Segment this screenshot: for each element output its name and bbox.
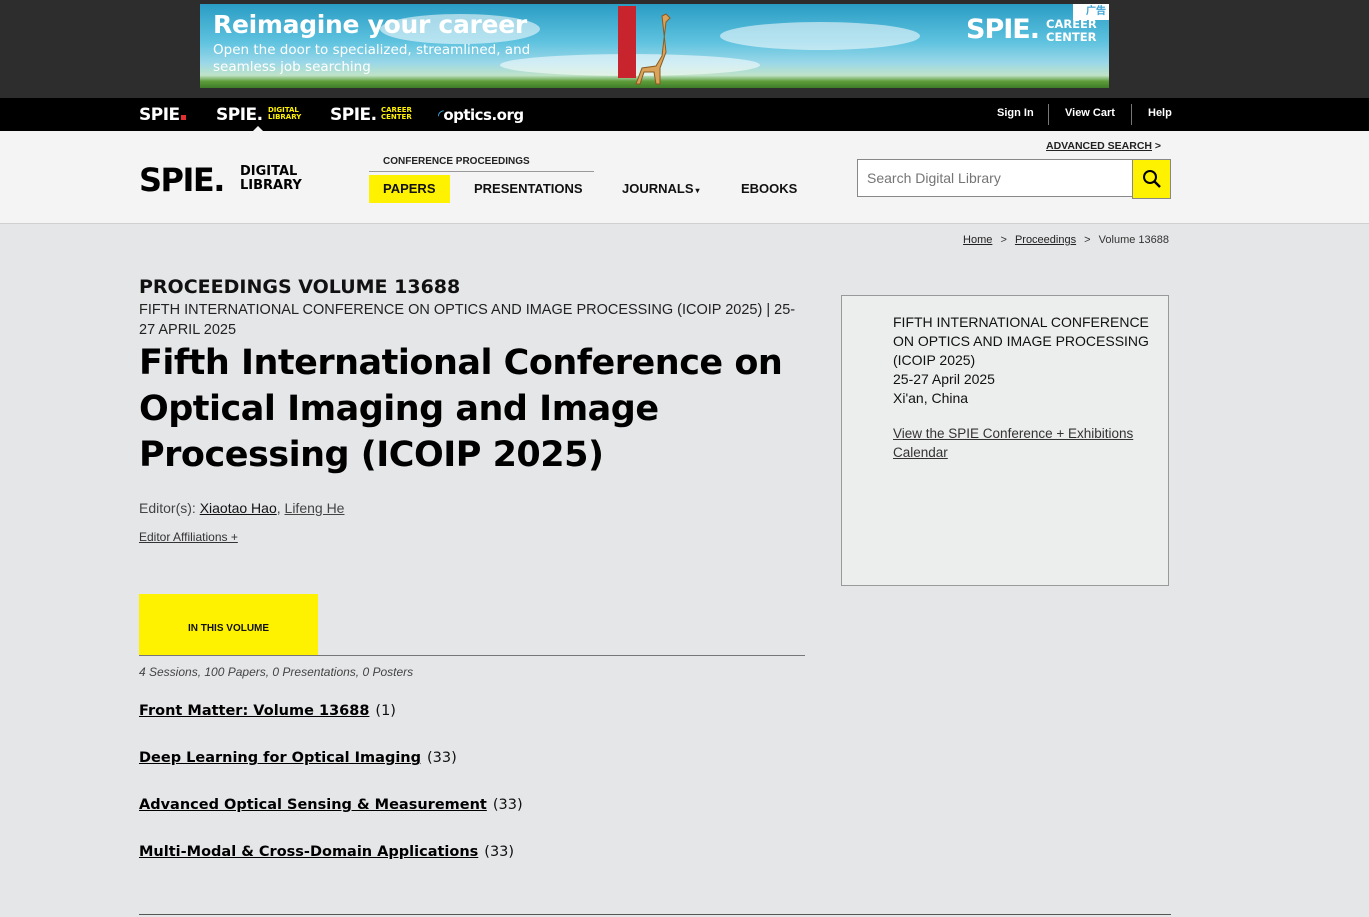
view-cart-link[interactable]: View Cart xyxy=(1065,107,1115,119)
spie-dot xyxy=(181,115,186,120)
logo-spie: SPIE. xyxy=(139,161,225,199)
ad-brand-sub: CAREER CENTER xyxy=(1046,17,1097,44)
ad-cloud xyxy=(720,22,920,50)
search-input[interactable] xyxy=(857,159,1133,197)
career-center-sub2: CENTER xyxy=(381,113,412,121)
search-button[interactable] xyxy=(1132,159,1171,199)
giraffe-icon xyxy=(635,13,671,85)
breadcrumb: Home > Proceedings > Volume 13688 xyxy=(963,234,1169,246)
session-count: (1) xyxy=(375,703,396,719)
breadcrumb-separator: > xyxy=(1000,234,1007,246)
session-item: Deep Learning for Optical Imaging (33) xyxy=(139,750,457,766)
digital-library-sub2: LIBRARY xyxy=(268,113,302,121)
conference-calendar-link[interactable]: View the SPIE Conference + Exhibitions C… xyxy=(893,424,1155,462)
editor-link[interactable]: Xiaotao Hao xyxy=(200,500,277,516)
session-count: (33) xyxy=(492,797,523,813)
site-header: SPIE. DIGITAL LIBRARY CONFERENCE PROCEED… xyxy=(0,131,1369,224)
nav-divider xyxy=(1131,104,1132,125)
nav-divider xyxy=(1048,104,1049,125)
digital-library-link-label: SPIE. xyxy=(216,105,263,125)
career-center-sub: CAREER CENTER xyxy=(381,107,412,121)
chevron-right-icon: > xyxy=(1154,140,1162,152)
logo-sub1: DIGITAL xyxy=(240,164,298,179)
advanced-search-link[interactable]: ADVANCED SEARCH > xyxy=(1046,140,1161,152)
help-link[interactable]: Help xyxy=(1148,107,1172,119)
logo-sub: DIGITAL LIBRARY xyxy=(240,165,302,193)
ad-badge-label: 广告 xyxy=(1086,6,1106,17)
conference-location: Xi'an, China xyxy=(893,390,969,406)
editor-link[interactable]: Lifeng He xyxy=(285,500,345,516)
career-center-link-label: SPIE. xyxy=(330,105,377,125)
tab-divider xyxy=(139,655,805,656)
spie-home-link[interactable]: SPIE. xyxy=(139,105,186,125)
top-navigation: SPIE. SPIE. DIGITAL LIBRARY SPIE. CAREER… xyxy=(0,98,1369,131)
session-count: (33) xyxy=(427,750,457,766)
page-title: Fifth International Conference on Optica… xyxy=(139,343,783,475)
session-link[interactable]: Advanced Optical Sensing & Measurement xyxy=(139,797,487,813)
ad-brand: SPIE. xyxy=(966,14,1040,45)
conference-info-text: FIFTH INTERNATIONAL CONFERENCE ON OPTICS… xyxy=(893,313,1155,408)
sign-in-link[interactable]: Sign In xyxy=(997,107,1034,119)
session-link[interactable]: Multi-Modal & Cross-Domain Applications xyxy=(139,844,478,860)
digital-library-logo[interactable]: SPIE. DIGITAL LIBRARY xyxy=(139,161,302,199)
session-link[interactable]: Front Matter: Volume 13688 xyxy=(139,703,369,719)
conference-proceedings-label: CONFERENCE PROCEEDINGS xyxy=(383,156,530,167)
tab-in-this-volume[interactable]: IN THIS VOLUME xyxy=(139,594,318,655)
logo-sub2: LIBRARY xyxy=(240,178,302,193)
conference-info-box: FIFTH INTERNATIONAL CONFERENCE ON OPTICS… xyxy=(841,295,1169,586)
career-center-ad[interactable]: Reimagine your career Open the door to s… xyxy=(200,4,1109,88)
session-item: Multi-Modal & Cross-Domain Applications (… xyxy=(139,844,514,860)
volume-eyebrow: PROCEEDINGS VOLUME 13688 xyxy=(139,276,461,298)
nav-journals[interactable]: JOURNALS ▾ xyxy=(622,175,700,203)
editor-affiliations-toggle[interactable]: Editor Affiliations + xyxy=(139,530,238,544)
optics-org-link[interactable]: ◜optics.org xyxy=(438,106,524,124)
conference-name: FIFTH INTERNATIONAL CONFERENCE ON OPTICS… xyxy=(893,314,1149,368)
editors-line: Editor(s): Xiaotao Hao, Lifeng He xyxy=(139,500,345,516)
session-link[interactable]: Deep Learning for Optical Imaging xyxy=(139,750,421,766)
ad-strip: Reimagine your career Open the door to s… xyxy=(0,0,1369,98)
ad-choices-badge[interactable]: 广告 xyxy=(1073,4,1109,20)
digital-library-sub: DIGITAL LIBRARY xyxy=(268,107,301,121)
ad-headline: Reimagine your career xyxy=(213,10,527,39)
breadcrumb-current: Volume 13688 xyxy=(1098,234,1169,246)
search-icon xyxy=(1143,170,1161,188)
breadcrumb-home[interactable]: Home xyxy=(963,234,992,246)
optics-org-label: optics.org xyxy=(443,106,524,124)
conference-dates: 25-27 April 2025 xyxy=(893,371,995,387)
content-bottom-rule xyxy=(139,914,1171,915)
spie-link-label: SPIE. xyxy=(139,105,186,125)
conference-proceedings-rule xyxy=(369,171,594,172)
advanced-search-label: ADVANCED SEARCH xyxy=(1046,140,1152,152)
nav-presentations[interactable]: PRESENTATIONS xyxy=(474,175,583,203)
nav-journals-label: JOURNALS xyxy=(622,181,694,196)
volume-counts: 4 Sessions, 100 Papers, 0 Presentations,… xyxy=(139,665,414,679)
conference-subtitle: FIFTH INTERNATIONAL CONFERENCE ON OPTICS… xyxy=(139,302,796,338)
chevron-down-icon: ▾ xyxy=(695,186,700,195)
digital-library-link[interactable]: SPIE. xyxy=(216,105,263,125)
session-item: Front Matter: Volume 13688 (1) xyxy=(139,703,396,719)
career-center-link[interactable]: SPIE. xyxy=(330,105,377,125)
breadcrumb-separator: > xyxy=(1084,234,1091,246)
nav-ebooks[interactable]: EBOOKS xyxy=(741,175,797,203)
breadcrumb-proceedings[interactable]: Proceedings xyxy=(1015,234,1076,246)
session-count: (33) xyxy=(484,844,515,860)
session-item: Advanced Optical Sensing & Measurement (3… xyxy=(139,797,523,813)
editors-label: Editor(s): xyxy=(139,500,196,516)
nav-papers[interactable]: PAPERS xyxy=(369,175,450,203)
ad-subtext: Open the door to specialized, streamline… xyxy=(213,42,531,75)
